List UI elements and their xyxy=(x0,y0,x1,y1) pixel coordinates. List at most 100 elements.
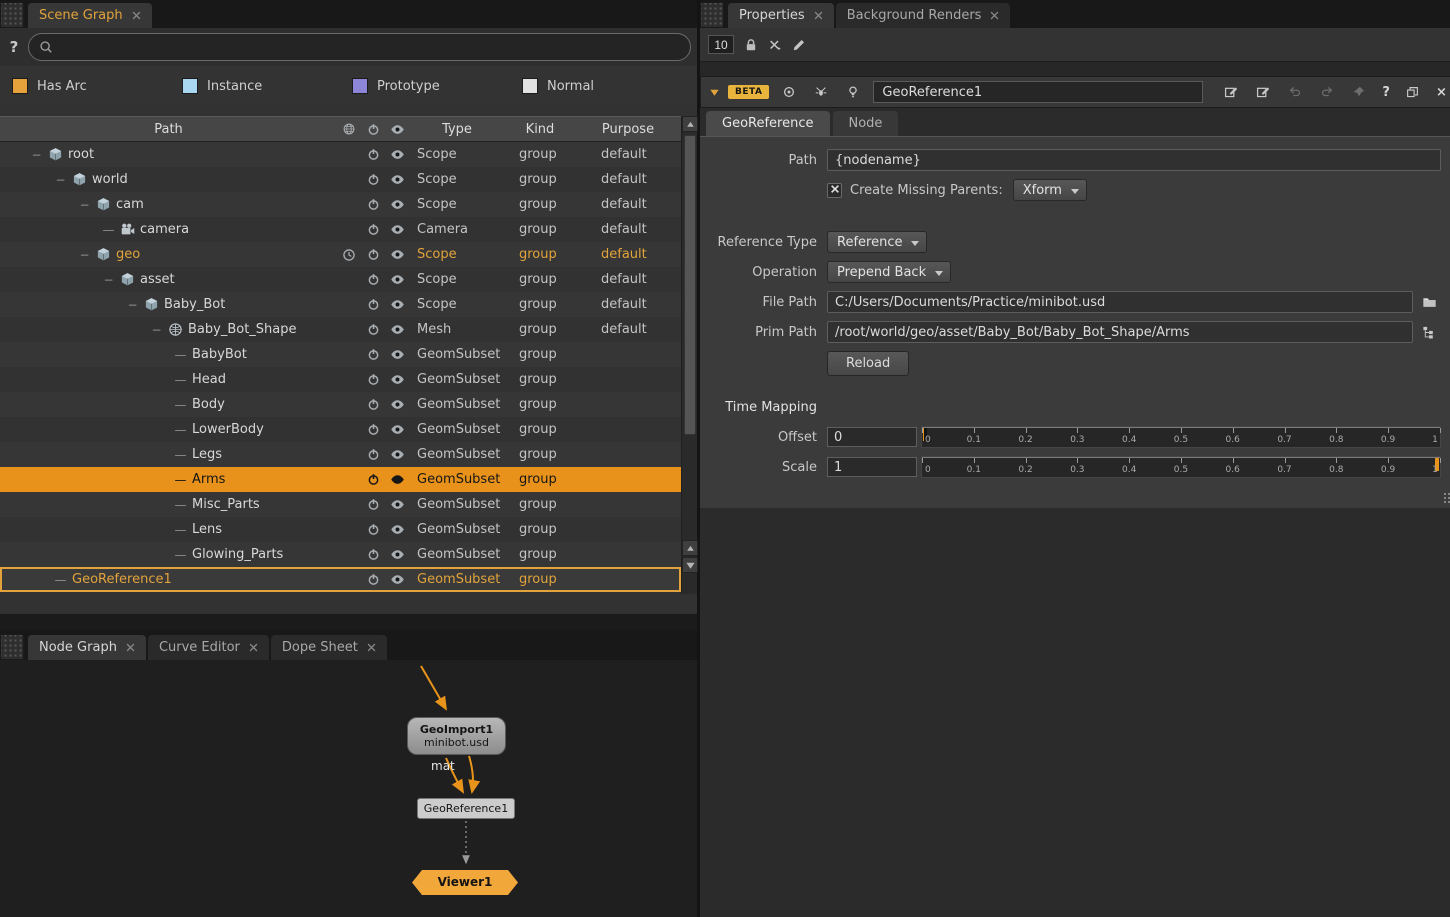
tree-expander[interactable]: — xyxy=(54,573,67,587)
power-icon[interactable] xyxy=(367,348,380,361)
tree-expander[interactable]: — xyxy=(174,498,187,512)
operation-dropdown[interactable]: Prepend Back xyxy=(827,261,951,283)
power-icon[interactable] xyxy=(367,473,380,486)
path-field[interactable] xyxy=(827,149,1441,171)
power-icon[interactable] xyxy=(367,573,380,586)
close-tab-icon[interactable] xyxy=(126,643,135,652)
search-input[interactable] xyxy=(59,40,680,55)
prim-path-field[interactable] xyxy=(827,321,1413,343)
tab-node-graph[interactable]: Node Graph xyxy=(28,635,146,660)
panel-splitter[interactable] xyxy=(0,614,697,630)
power-icon[interactable] xyxy=(367,298,380,311)
scenegraph-row-body[interactable]: —BodyGeomSubsetgroup xyxy=(0,392,681,417)
collapse-arrow-icon[interactable] xyxy=(709,87,720,98)
file-path-field[interactable] xyxy=(827,291,1413,313)
scenegraph-row-world[interactable]: −worldScopegroupdefault xyxy=(0,167,681,192)
eye-icon[interactable] xyxy=(390,147,405,162)
tab-georeference[interactable]: GeoReference xyxy=(706,111,830,136)
close-icon[interactable]: × xyxy=(1433,85,1450,100)
scenegraph-row-cam[interactable]: −camScopegroupdefault xyxy=(0,192,681,217)
close-tab-icon[interactable] xyxy=(367,643,376,652)
help-icon[interactable]: ? xyxy=(6,38,22,56)
edit-box-alt-icon[interactable] xyxy=(1251,82,1275,102)
eye-icon[interactable] xyxy=(390,347,405,362)
pencil-icon[interactable] xyxy=(792,38,806,52)
reference-type-dropdown[interactable]: Reference xyxy=(827,231,927,253)
tree-expander[interactable]: — xyxy=(174,523,187,537)
eye-icon[interactable] xyxy=(390,397,405,412)
scenegraph-row-babybot[interactable]: —BabyBotGeomSubsetgroup xyxy=(0,342,681,367)
scenegraph-row-baby_bot_shape[interactable]: −Baby_Bot_ShapeMeshgroupdefault xyxy=(0,317,681,342)
eye-icon[interactable] xyxy=(390,172,405,187)
scenegraph-row-lens[interactable]: —LensGeomSubsetgroup xyxy=(0,517,681,542)
power-icon[interactable] xyxy=(367,223,380,236)
tab-dope-sheet[interactable]: Dope Sheet xyxy=(271,635,387,660)
node-graph-canvas[interactable]: GeoImport1 minibot.usd mat GeoReference1… xyxy=(0,660,697,917)
fly-icon[interactable] xyxy=(809,82,833,102)
tree-expander[interactable]: — xyxy=(102,223,115,237)
power-icon[interactable] xyxy=(367,548,380,561)
tab-properties[interactable]: Properties xyxy=(728,3,834,28)
panel-grip[interactable] xyxy=(700,2,724,28)
eye-icon[interactable] xyxy=(390,197,405,212)
eye-icon[interactable] xyxy=(390,247,405,262)
tree-expander[interactable]: − xyxy=(78,248,91,262)
eye-icon[interactable] xyxy=(390,297,405,312)
eye-icon[interactable] xyxy=(390,472,405,487)
eye-icon[interactable] xyxy=(390,222,405,237)
create-missing-parents-checkbox[interactable] xyxy=(827,183,842,198)
scenegraph-row-baby_bot[interactable]: −Baby_BotScopegroupdefault xyxy=(0,292,681,317)
browse-file-icon[interactable] xyxy=(1419,292,1441,312)
panel-grip[interactable] xyxy=(0,2,24,28)
eye-icon[interactable] xyxy=(390,422,405,437)
frame-value-field[interactable] xyxy=(708,35,734,54)
offset-timeline[interactable]: 00.10.20.30.40.50.60.70.80.91 xyxy=(921,426,1441,448)
reload-button[interactable]: Reload xyxy=(827,351,909,376)
lock-icon[interactable] xyxy=(744,38,758,52)
close-tab-icon[interactable] xyxy=(814,11,823,20)
pin-icon[interactable] xyxy=(1347,82,1371,102)
tab-scene-graph[interactable]: Scene Graph xyxy=(28,3,152,28)
node-viewer1[interactable]: Viewer1 xyxy=(412,870,518,895)
xform-dropdown[interactable]: Xform xyxy=(1013,179,1087,201)
tree-expander[interactable]: − xyxy=(54,173,67,187)
close-tab-icon[interactable] xyxy=(990,11,999,20)
undo-icon[interactable] xyxy=(1283,82,1307,102)
scenegraph-row-glowing_parts[interactable]: —Glowing_PartsGeomSubsetgroup xyxy=(0,542,681,567)
power-icon[interactable] xyxy=(367,198,380,211)
eye-icon[interactable] xyxy=(390,272,405,287)
scrollbar-thumb[interactable] xyxy=(684,135,696,435)
tree-expander[interactable]: − xyxy=(102,273,115,287)
tab-background-renders[interactable]: Background Renders xyxy=(836,3,1011,28)
node-name-field[interactable] xyxy=(873,81,1203,103)
edit-box-icon[interactable] xyxy=(1219,82,1243,102)
tree-expander[interactable]: − xyxy=(78,198,91,212)
panel-grip[interactable] xyxy=(0,634,24,660)
scenegraph-row-misc_parts[interactable]: —Misc_PartsGeomSubsetgroup xyxy=(0,492,681,517)
tree-expander[interactable]: − xyxy=(126,298,139,312)
scroll-down-icon[interactable] xyxy=(682,557,698,573)
power-icon[interactable] xyxy=(367,273,380,286)
power-icon[interactable] xyxy=(367,398,380,411)
scale-timeline[interactable]: 00.10.20.30.40.50.60.70.80.91 xyxy=(921,456,1441,478)
tree-expander[interactable]: — xyxy=(174,398,187,412)
tree-expander[interactable]: − xyxy=(150,323,163,337)
node-georeference1[interactable]: GeoReference1 xyxy=(417,798,515,819)
power-icon[interactable] xyxy=(367,423,380,436)
tree-expander[interactable]: − xyxy=(30,148,43,162)
unpin-icon[interactable] xyxy=(768,38,782,52)
scenegraph-row-lowerbody[interactable]: —LowerBodyGeomSubsetgroup xyxy=(0,417,681,442)
tab-node[interactable]: Node xyxy=(833,111,899,136)
eye-icon[interactable] xyxy=(390,547,405,562)
scenegraph-picker-icon[interactable] xyxy=(1419,322,1441,342)
resize-grip[interactable] xyxy=(1443,492,1450,504)
power-icon[interactable] xyxy=(367,523,380,536)
node-geoimport1[interactable]: GeoImport1 minibot.usd xyxy=(407,717,506,755)
scenegraph-row-geo[interactable]: −geoScopegroupdefault xyxy=(0,242,681,267)
tree-expander[interactable]: — xyxy=(174,548,187,562)
close-tab-icon[interactable] xyxy=(132,11,141,20)
scale-field[interactable] xyxy=(827,457,917,477)
eye-icon[interactable] xyxy=(390,447,405,462)
eye-icon[interactable] xyxy=(390,497,405,512)
scenegraph-row-asset[interactable]: −assetScopegroupdefault xyxy=(0,267,681,292)
